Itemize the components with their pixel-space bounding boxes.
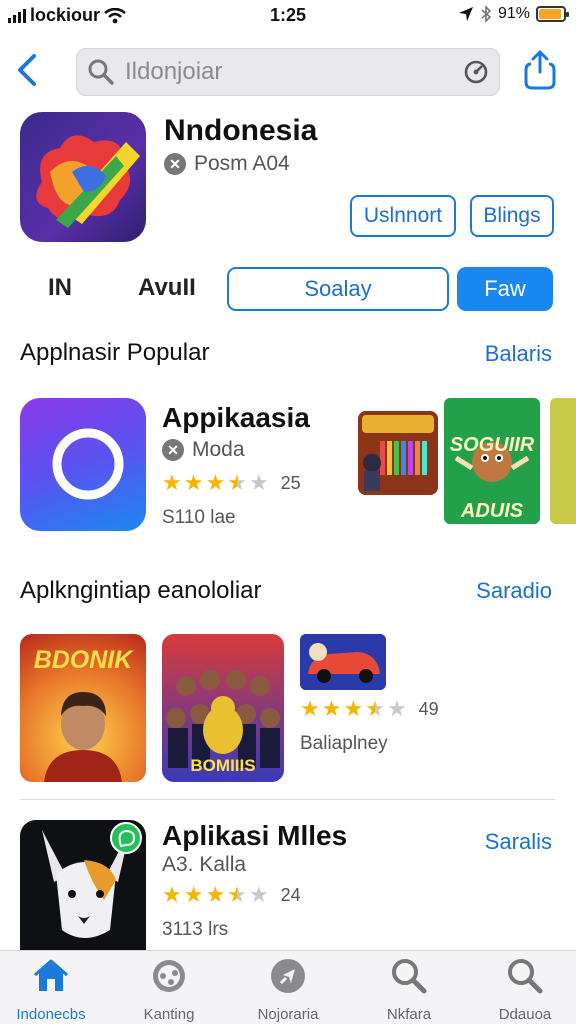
home-icon: [34, 959, 68, 991]
carrier: lockiour: [8, 5, 126, 26]
star-empty-icon: ★: [248, 470, 269, 495]
star-half-icon: ★: [227, 882, 247, 907]
second-app-rating: ★ ★ ★ ★ ★ 49: [300, 698, 439, 720]
popular-app-name: Appikaasia: [162, 402, 310, 433]
signal-icon: [8, 8, 26, 23]
second-app-rating-count: 49: [418, 698, 439, 719]
star-icon: ★: [300, 696, 320, 721]
app-tile-text: BOMIIIS: [190, 756, 256, 775]
status-bar: lockiour 1:25 91%: [0, 0, 576, 34]
star-empty-icon: ★: [386, 696, 407, 721]
popular-app-developer: Moda: [192, 438, 245, 461]
segment-in[interactable]: IN: [48, 274, 72, 302]
tab-label: Ddauoa: [498, 1006, 552, 1023]
app-tile-bomiiis[interactable]: BOMIIIS: [162, 634, 284, 782]
star-icon: ★: [183, 470, 204, 495]
search-icon: [88, 59, 114, 85]
second-section-title: Aplkngintiap eanololiar: [20, 577, 262, 604]
search-input[interactable]: [125, 57, 455, 87]
segment-soalay[interactable]: Soalay: [227, 267, 449, 311]
popular-app-rating-count: 25: [280, 472, 301, 493]
developer-icon: ✕: [162, 439, 184, 461]
popular-app-rating: ★ ★ ★ ★ ★ 25: [162, 472, 301, 494]
popular-app-developer-row: ✕ Moda: [162, 438, 245, 462]
tab-label: Kanting: [143, 1006, 195, 1023]
popular-see-all-link[interactable]: Balaris: [485, 341, 552, 367]
third-app-rating-count: 24: [280, 884, 301, 905]
tab-kanting[interactable]: Kanting: [114, 957, 224, 1023]
back-chevron-icon[interactable]: [12, 52, 44, 88]
segment-avull[interactable]: AvuII: [138, 274, 196, 302]
featured-app-title: Nndonesia: [164, 114, 318, 147]
star-icon: ★: [205, 882, 226, 907]
featured-app-icon[interactable]: [20, 112, 146, 242]
third-app-developer: A3. Kalla: [162, 853, 247, 876]
tab-label: Indonecbs: [16, 1006, 86, 1023]
featured-app-subtitle: ✕ Posm A04: [164, 152, 290, 176]
third-app-rating: ★ ★ ★ ★ ★ 24: [162, 884, 301, 906]
divider: [20, 799, 555, 800]
scan-icon[interactable]: [463, 59, 489, 85]
app-tile-racing[interactable]: [300, 634, 386, 690]
badge-icon: [110, 822, 142, 854]
tab-ddauoa[interactable]: Ddauoa: [470, 957, 576, 1023]
third-app-size: 3113 lrs: [162, 919, 229, 940]
second-app-caption: Baliaplney: [300, 733, 388, 754]
location-icon: [458, 7, 473, 21]
search-icon: [392, 959, 427, 994]
bluetooth-icon: [481, 5, 492, 23]
game-thumbnail-partial[interactable]: [550, 398, 576, 524]
app-tile-bdonik[interactable]: BDONIK: [20, 634, 146, 782]
star-half-icon: ★: [227, 470, 247, 495]
game-thumbnail-text: SOGUIIR ADUIS: [449, 434, 535, 522]
tab-nojoraria[interactable]: Nojoraria: [233, 957, 343, 1023]
popular-section-title: Applnasir Popular: [20, 339, 210, 366]
tab-bar: Indonecbs Kanting Nojoraria Nkfara Ddauo…: [0, 950, 576, 1024]
battery-icon: [536, 6, 569, 22]
developer-icon: ✕: [164, 153, 186, 175]
tab-nkfara[interactable]: Nkfara: [354, 957, 464, 1023]
game-thumbnail-soguiir[interactable]: SOGUIIR ADUIS: [444, 398, 540, 524]
star-icon: ★: [343, 696, 364, 721]
search-bar[interactable]: [76, 48, 500, 96]
wifi-icon: [104, 7, 126, 23]
blings-button[interactable]: Blings: [470, 195, 554, 237]
share-icon[interactable]: [520, 48, 560, 92]
popular-app-icon[interactable]: [20, 398, 146, 531]
third-see-all-link[interactable]: Saralis: [485, 829, 552, 855]
support-button[interactable]: Uslnnort: [350, 195, 456, 237]
star-empty-icon: ★: [248, 882, 269, 907]
star-icon: ★: [321, 696, 342, 721]
star-icon: ★: [162, 470, 182, 495]
compass-icon: [271, 959, 305, 993]
featured-app-developer: Posm A04: [194, 152, 290, 175]
status-right: 91%: [458, 5, 569, 23]
second-see-all-link[interactable]: Saradio: [476, 578, 552, 604]
battery-percent: 91%: [497, 5, 530, 22]
tab-label: Nojoraria: [257, 1006, 319, 1023]
third-app-icon[interactable]: [20, 820, 146, 950]
carrier-name: lockiour: [30, 5, 101, 25]
search-icon: [508, 959, 543, 994]
games-icon: [153, 960, 185, 992]
popular-app-size: S110 lae: [162, 507, 236, 528]
star-icon: ★: [162, 882, 182, 907]
star-icon: ★: [205, 470, 226, 495]
app-tile-text: BDONIK: [33, 646, 133, 674]
third-app-name: Aplikasi Mlles: [162, 820, 348, 851]
segment-faw[interactable]: Faw: [457, 267, 553, 311]
game-thumbnail[interactable]: [358, 411, 438, 495]
star-icon: ★: [183, 882, 204, 907]
tab-label: Nkfara: [386, 1006, 432, 1023]
tab-indonecbs[interactable]: Indonecbs: [0, 957, 106, 1023]
star-half-icon: ★: [365, 696, 385, 721]
